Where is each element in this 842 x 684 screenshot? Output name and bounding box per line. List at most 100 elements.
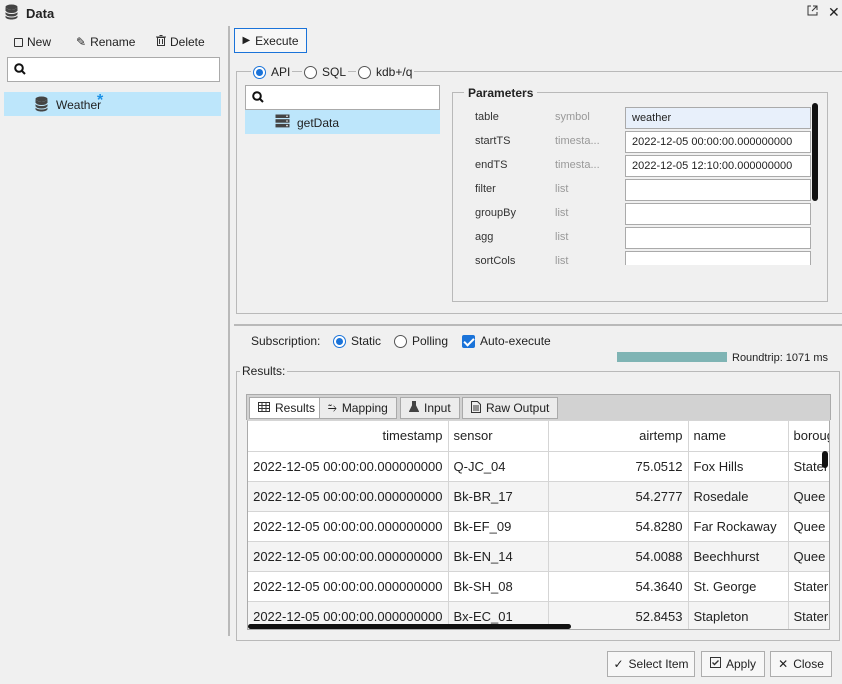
column-header-name[interactable]: name (688, 421, 789, 452)
param-type: timesta... (555, 135, 600, 147)
close-icon[interactable]: ✕ (828, 4, 840, 21)
table-header: timestamp sensor airtemp name boroug (248, 421, 829, 452)
column-header-timestamp[interactable]: timestamp (248, 421, 449, 452)
radio-button[interactable] (253, 65, 266, 79)
new-icon (14, 37, 23, 47)
cell-airtemp: 54.2777 (548, 481, 689, 512)
list-item-weather[interactable]: Weather * (4, 92, 221, 116)
radio-button[interactable] (358, 65, 371, 79)
mode-radio-sql[interactable]: SQL (302, 65, 349, 79)
tab-label: Results (275, 401, 316, 415)
results-grid: timestamp sensor airtemp name boroug 202… (247, 420, 830, 630)
param-input-table[interactable]: weather (625, 107, 811, 129)
column-header-borough[interactable]: boroug (788, 421, 829, 452)
delete-label: Delete (170, 35, 205, 49)
param-name: groupBy (475, 207, 516, 219)
cell-timestamp: 2022-12-05 00:00:00.000000000 (248, 451, 449, 482)
search-icon (14, 63, 26, 78)
select-item-label: Select Item (628, 657, 689, 671)
column-header-airtemp[interactable]: airtemp (548, 421, 689, 452)
param-input-startts[interactable]: 2022-12-05 00:00:00.000000000 (625, 131, 811, 153)
table-row[interactable]: 2022-12-05 00:00:00.000000000 Q-JC_04 75… (248, 451, 829, 482)
api-search-input[interactable] (245, 85, 440, 110)
radio-button[interactable] (333, 334, 346, 348)
cell-borough: Stater (788, 571, 829, 602)
param-input-filter[interactable] (625, 179, 811, 201)
cell-borough: Quee (788, 541, 829, 572)
mode-label: SQL (322, 65, 347, 79)
subscription-radio-polling[interactable]: Polling (394, 334, 448, 348)
pencil-icon: ✎ (76, 35, 87, 49)
roundtrip-label: Roundtrip: 1071 ms (732, 352, 828, 364)
api-item-label: getData (297, 116, 340, 130)
param-input-endts[interactable]: 2022-12-05 12:10:00.000000000 (625, 155, 811, 177)
rename-button[interactable]: ✎ Rename (76, 35, 135, 49)
table-icon (258, 401, 270, 415)
server-icon (275, 114, 290, 131)
execute-button[interactable]: ▶ Execute (234, 28, 307, 53)
table-row[interactable]: 2022-12-05 00:00:00.000000000 Bk-SH_08 5… (248, 571, 829, 602)
mode-radio-api[interactable]: API (251, 65, 293, 79)
vertical-splitter[interactable] (228, 26, 230, 636)
param-type: list (555, 255, 569, 265)
auto-execute-checkbox[interactable]: Auto-execute (462, 334, 551, 348)
database-icon (5, 4, 18, 23)
parameters-scrollbar[interactable] (812, 103, 818, 201)
cell-timestamp: 2022-12-05 00:00:00.000000000 (248, 571, 449, 602)
cell-sensor: Q-JC_04 (448, 451, 549, 482)
database-icon (35, 96, 48, 115)
cell-name: Beechhurst (688, 541, 789, 572)
check-icon: ✓ (613, 657, 624, 671)
param-input-groupby[interactable] (625, 203, 811, 225)
popout-icon[interactable] (807, 5, 818, 19)
checkbox[interactable] (462, 334, 475, 348)
cell-sensor: Bk-EF_09 (448, 511, 549, 542)
search-icon (252, 91, 264, 106)
mode-label: kdb+/q (376, 65, 413, 79)
radio-button[interactable] (394, 334, 407, 348)
param-input-agg[interactable] (625, 227, 811, 249)
mode-label: API (271, 65, 291, 79)
mode-radio-kdb[interactable]: kdb+/q (356, 65, 415, 79)
left-search-input[interactable] (7, 57, 220, 82)
api-item-getdata[interactable]: getData (245, 110, 440, 134)
cell-name: St. George (688, 571, 789, 602)
results-legend: Results: (240, 364, 288, 378)
param-input-sortcols[interactable] (625, 251, 811, 265)
cell-airtemp: 54.0088 (548, 541, 689, 572)
apply-button[interactable]: Apply (701, 651, 765, 677)
tab-results[interactable]: Results (249, 397, 325, 419)
trash-icon (156, 35, 166, 49)
radio-button[interactable] (304, 65, 317, 79)
list-item-label: Weather (56, 98, 102, 112)
cell-sensor: Bk-BR_17 (448, 481, 549, 512)
column-header-sensor[interactable]: sensor (448, 421, 549, 452)
table-row[interactable]: 2022-12-05 00:00:00.000000000 Bk-EN_14 5… (248, 541, 829, 572)
results-horizontal-scrollbar[interactable] (248, 624, 571, 629)
results-vertical-scrollbar[interactable] (822, 451, 828, 468)
results-table: timestamp sensor airtemp name boroug 202… (248, 421, 829, 629)
close-x-icon: ✕ (778, 657, 789, 671)
param-name: startTS (475, 135, 511, 147)
subscription-radio-static[interactable]: Static (333, 334, 381, 348)
delete-button[interactable]: Delete (156, 35, 205, 49)
param-type: list (555, 183, 569, 195)
table-row[interactable]: 2022-12-05 00:00:00.000000000 Bk-EF_09 5… (248, 511, 829, 542)
window-title: Data (26, 6, 55, 21)
tab-raw-output[interactable]: Raw Output (462, 397, 559, 419)
cell-sensor: Bk-SH_08 (448, 571, 549, 602)
select-item-button[interactable]: ✓ Select Item (607, 651, 695, 677)
cell-airtemp: 54.3640 (548, 571, 689, 602)
new-button[interactable]: New (14, 35, 51, 49)
execute-label: Execute (255, 33, 299, 48)
rename-label: Rename (90, 35, 136, 49)
table-row[interactable]: 2022-12-05 00:00:00.000000000 Bk-BR_17 5… (248, 481, 829, 512)
parameters-legend: Parameters (464, 86, 538, 100)
cell-name: Rosedale (688, 481, 789, 512)
static-label: Static (351, 334, 382, 348)
cell-airtemp: 75.0512 (548, 451, 689, 482)
close-button[interactable]: ✕ Close (770, 651, 832, 677)
tab-mapping[interactable]: ⥲ Mapping (319, 397, 397, 419)
horizontal-splitter[interactable] (234, 324, 842, 326)
tab-input[interactable]: Input (400, 397, 460, 419)
